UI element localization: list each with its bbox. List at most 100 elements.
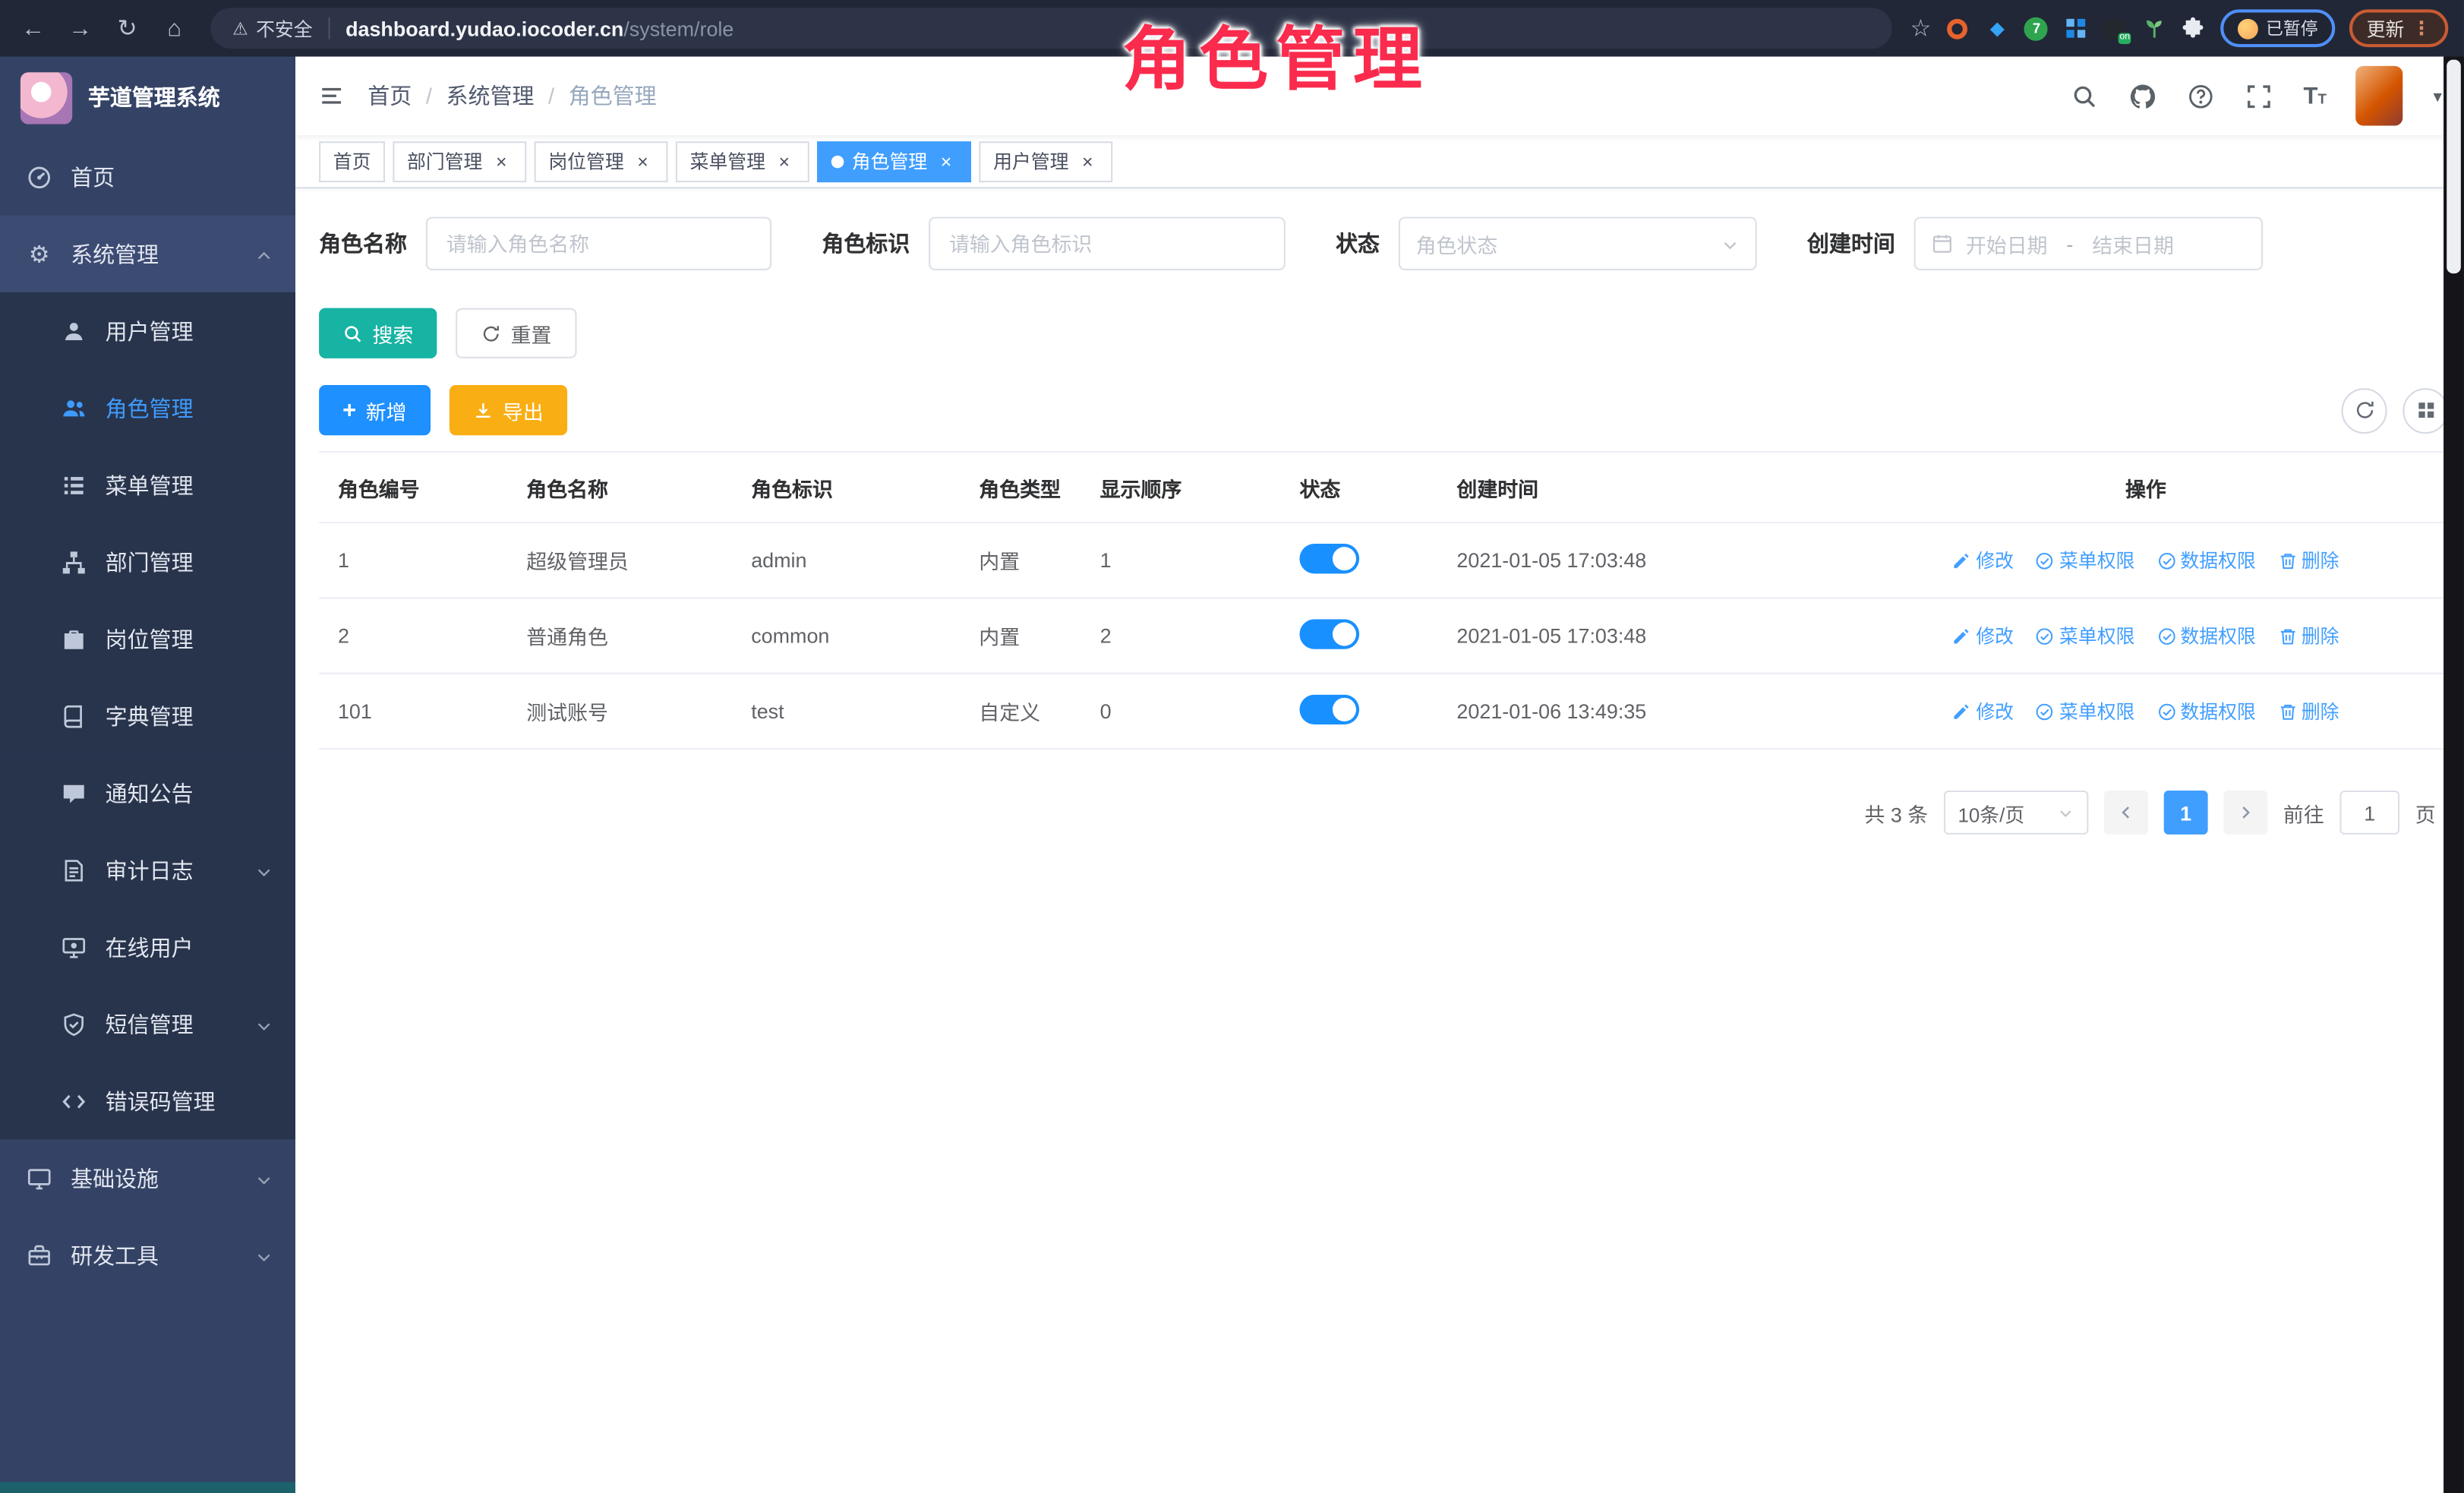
browser-back-icon[interactable]: ← bbox=[16, 11, 51, 46]
next-page-button[interactable] bbox=[2223, 791, 2267, 835]
edit-action[interactable]: 修改 bbox=[1952, 547, 2014, 573]
cell-created: 2021-01-05 17:03:48 bbox=[1438, 548, 1844, 572]
tab-user-management[interactable]: 用户管理× bbox=[979, 140, 1112, 181]
edit-action[interactable]: 修改 bbox=[1952, 698, 2014, 724]
menu-permission-action[interactable]: 菜单权限 bbox=[2036, 623, 2134, 649]
sidebar-item-dict-management[interactable]: 字典管理 bbox=[0, 677, 295, 754]
github-icon[interactable] bbox=[2129, 82, 2157, 110]
menu-permission-action[interactable]: 菜单权限 bbox=[2036, 698, 2134, 724]
status-label: 状态 bbox=[1336, 228, 1380, 259]
status-toggle[interactable] bbox=[1299, 694, 1359, 724]
close-icon[interactable]: × bbox=[1077, 150, 1099, 172]
close-icon[interactable]: × bbox=[632, 150, 654, 172]
cell-key: test bbox=[732, 699, 960, 723]
prev-page-button[interactable] bbox=[2104, 791, 2148, 835]
app-logo[interactable]: 芋道管理系统 bbox=[0, 57, 295, 139]
cell-type: 内置 bbox=[960, 545, 1081, 575]
status-toggle[interactable] bbox=[1299, 618, 1359, 648]
caret-down-icon[interactable]: ▾ bbox=[2434, 86, 2442, 106]
address-bar[interactable]: ⚠ 不安全 dashboard.yudao.iocoder.cn /system… bbox=[210, 8, 1891, 49]
tab-menu-management[interactable]: 菜单管理× bbox=[676, 140, 809, 181]
export-button[interactable]: 导出 bbox=[449, 385, 566, 435]
extension-green-icon[interactable]: 7 bbox=[2024, 16, 2049, 41]
fullscreen-icon[interactable] bbox=[2245, 82, 2273, 110]
cell-key: common bbox=[732, 624, 960, 648]
status-select[interactable]: 角色状态 bbox=[1399, 217, 1757, 270]
sidebar-item-dev-tools[interactable]: 研发工具 bbox=[0, 1217, 295, 1293]
search-icon[interactable] bbox=[2071, 82, 2099, 110]
status-toggle[interactable] bbox=[1299, 543, 1359, 573]
profile-paused-badge[interactable]: 已暂停 bbox=[2220, 9, 2335, 47]
column-settings-button[interactable] bbox=[2402, 387, 2448, 433]
data-permission-action[interactable]: 数据权限 bbox=[2156, 698, 2255, 724]
breadcrumb-item[interactable]: 首页 bbox=[368, 80, 412, 112]
help-icon[interactable] bbox=[2187, 82, 2215, 110]
close-icon[interactable]: × bbox=[491, 150, 513, 172]
column-header: 角色类型 bbox=[960, 472, 1081, 502]
tab-dept-management[interactable]: 部门管理× bbox=[393, 140, 526, 181]
tab-role-management[interactable]: 角色管理× bbox=[817, 140, 971, 181]
extension-on-icon[interactable]: on bbox=[2103, 16, 2128, 41]
user-avatar[interactable] bbox=[2356, 66, 2403, 126]
tab-home[interactable]: 首页 bbox=[319, 140, 385, 181]
browser-forward-icon[interactable]: → bbox=[63, 11, 98, 46]
browser-reload-icon[interactable]: ↻ bbox=[110, 11, 145, 46]
browser-update-button[interactable]: 更新 ⋮ bbox=[2349, 9, 2448, 47]
scrollbar-thumb[interactable] bbox=[2447, 60, 2461, 273]
font-size-icon[interactable]: TT bbox=[2303, 83, 2326, 109]
page-number-button[interactable]: 1 bbox=[2164, 791, 2208, 835]
delete-action[interactable]: 删除 bbox=[2278, 547, 2339, 573]
extension-puzzle-icon[interactable] bbox=[2181, 16, 2206, 41]
breadcrumb-item[interactable]: 系统管理 bbox=[446, 80, 535, 112]
sidebar-item-user-management[interactable]: 用户管理 bbox=[0, 292, 295, 369]
cell-type: 自定义 bbox=[960, 696, 1081, 726]
tab-post-management[interactable]: 岗位管理× bbox=[535, 140, 668, 181]
sidebar-item-error-code-management[interactable]: 错误码管理 bbox=[0, 1062, 295, 1139]
hamburger-icon[interactable] bbox=[295, 57, 368, 135]
create-time-range-picker[interactable]: 开始日期 - 结束日期 bbox=[1914, 217, 2263, 270]
sidebar-item-infrastructure[interactable]: 基础设施 bbox=[0, 1139, 295, 1216]
action-label: 数据权限 bbox=[2180, 547, 2255, 573]
close-icon[interactable]: × bbox=[935, 150, 958, 172]
add-button[interactable]: + 新增 bbox=[319, 385, 430, 435]
role-name-input[interactable] bbox=[426, 217, 771, 270]
data-permission-action[interactable]: 数据权限 bbox=[2156, 547, 2255, 573]
sidebar-item-online-users[interactable]: 在线用户 bbox=[0, 908, 295, 985]
status-select-placeholder: 角色状态 bbox=[1416, 229, 1498, 258]
extension-grid-icon[interactable] bbox=[2063, 16, 2088, 41]
delete-action[interactable]: 删除 bbox=[2278, 698, 2339, 724]
column-header: 创建时间 bbox=[1438, 472, 1844, 502]
extension-gem-icon[interactable]: ◆ bbox=[1985, 16, 2010, 41]
page-scrollbar[interactable] bbox=[2443, 57, 2464, 1493]
role-key-input[interactable] bbox=[929, 217, 1286, 270]
search-button[interactable]: 搜索 bbox=[319, 308, 437, 358]
reset-button[interactable]: 重置 bbox=[456, 308, 576, 358]
sidebar-item-post-management[interactable]: 岗位管理 bbox=[0, 601, 295, 677]
data-permission-action[interactable]: 数据权限 bbox=[2156, 623, 2255, 649]
column-header: 角色标识 bbox=[732, 472, 960, 502]
browser-menu-icon[interactable]: ⋮ bbox=[2412, 17, 2431, 39]
edit-action[interactable]: 修改 bbox=[1952, 623, 2014, 649]
sidebar-item-notice-announcement[interactable]: 通知公告 bbox=[0, 754, 295, 831]
close-icon[interactable]: × bbox=[773, 150, 795, 172]
sidebar-item-system-management[interactable]: ⚙系统管理 bbox=[0, 216, 295, 292]
sidebar-item-menu-management[interactable]: 菜单管理 bbox=[0, 447, 295, 523]
cell-type: 内置 bbox=[960, 620, 1081, 650]
browser-home-icon[interactable]: ⌂ bbox=[157, 11, 192, 46]
refresh-table-button[interactable] bbox=[2342, 387, 2387, 433]
delete-action[interactable]: 删除 bbox=[2278, 623, 2339, 649]
edit-icon bbox=[1952, 702, 1971, 721]
sidebar-item-sms-management[interactable]: 短信管理 bbox=[0, 986, 295, 1062]
sidebar-item-label: 用户管理 bbox=[106, 315, 194, 346]
bookmark-star-icon[interactable]: ☆ bbox=[1910, 14, 1932, 43]
sidebar-item-role-management[interactable]: 角色管理 bbox=[0, 369, 295, 446]
extension-sprout-icon[interactable] bbox=[2142, 16, 2167, 41]
page-size-select[interactable]: 10条/页 bbox=[1944, 791, 2088, 835]
goto-page-input[interactable] bbox=[2339, 791, 2399, 835]
sidebar-item-dept-management[interactable]: 部门管理 bbox=[0, 523, 295, 600]
sidebar-item-home[interactable]: 首页 bbox=[0, 138, 295, 215]
menu-permission-action[interactable]: 菜单权限 bbox=[2036, 547, 2134, 573]
table-row: 1超级管理员admin内置12021-01-05 17:03:48修改菜单权限数… bbox=[319, 523, 2448, 598]
sidebar-item-audit-log[interactable]: 审计日志 bbox=[0, 832, 295, 908]
extension-ring-icon[interactable] bbox=[1945, 16, 1970, 41]
